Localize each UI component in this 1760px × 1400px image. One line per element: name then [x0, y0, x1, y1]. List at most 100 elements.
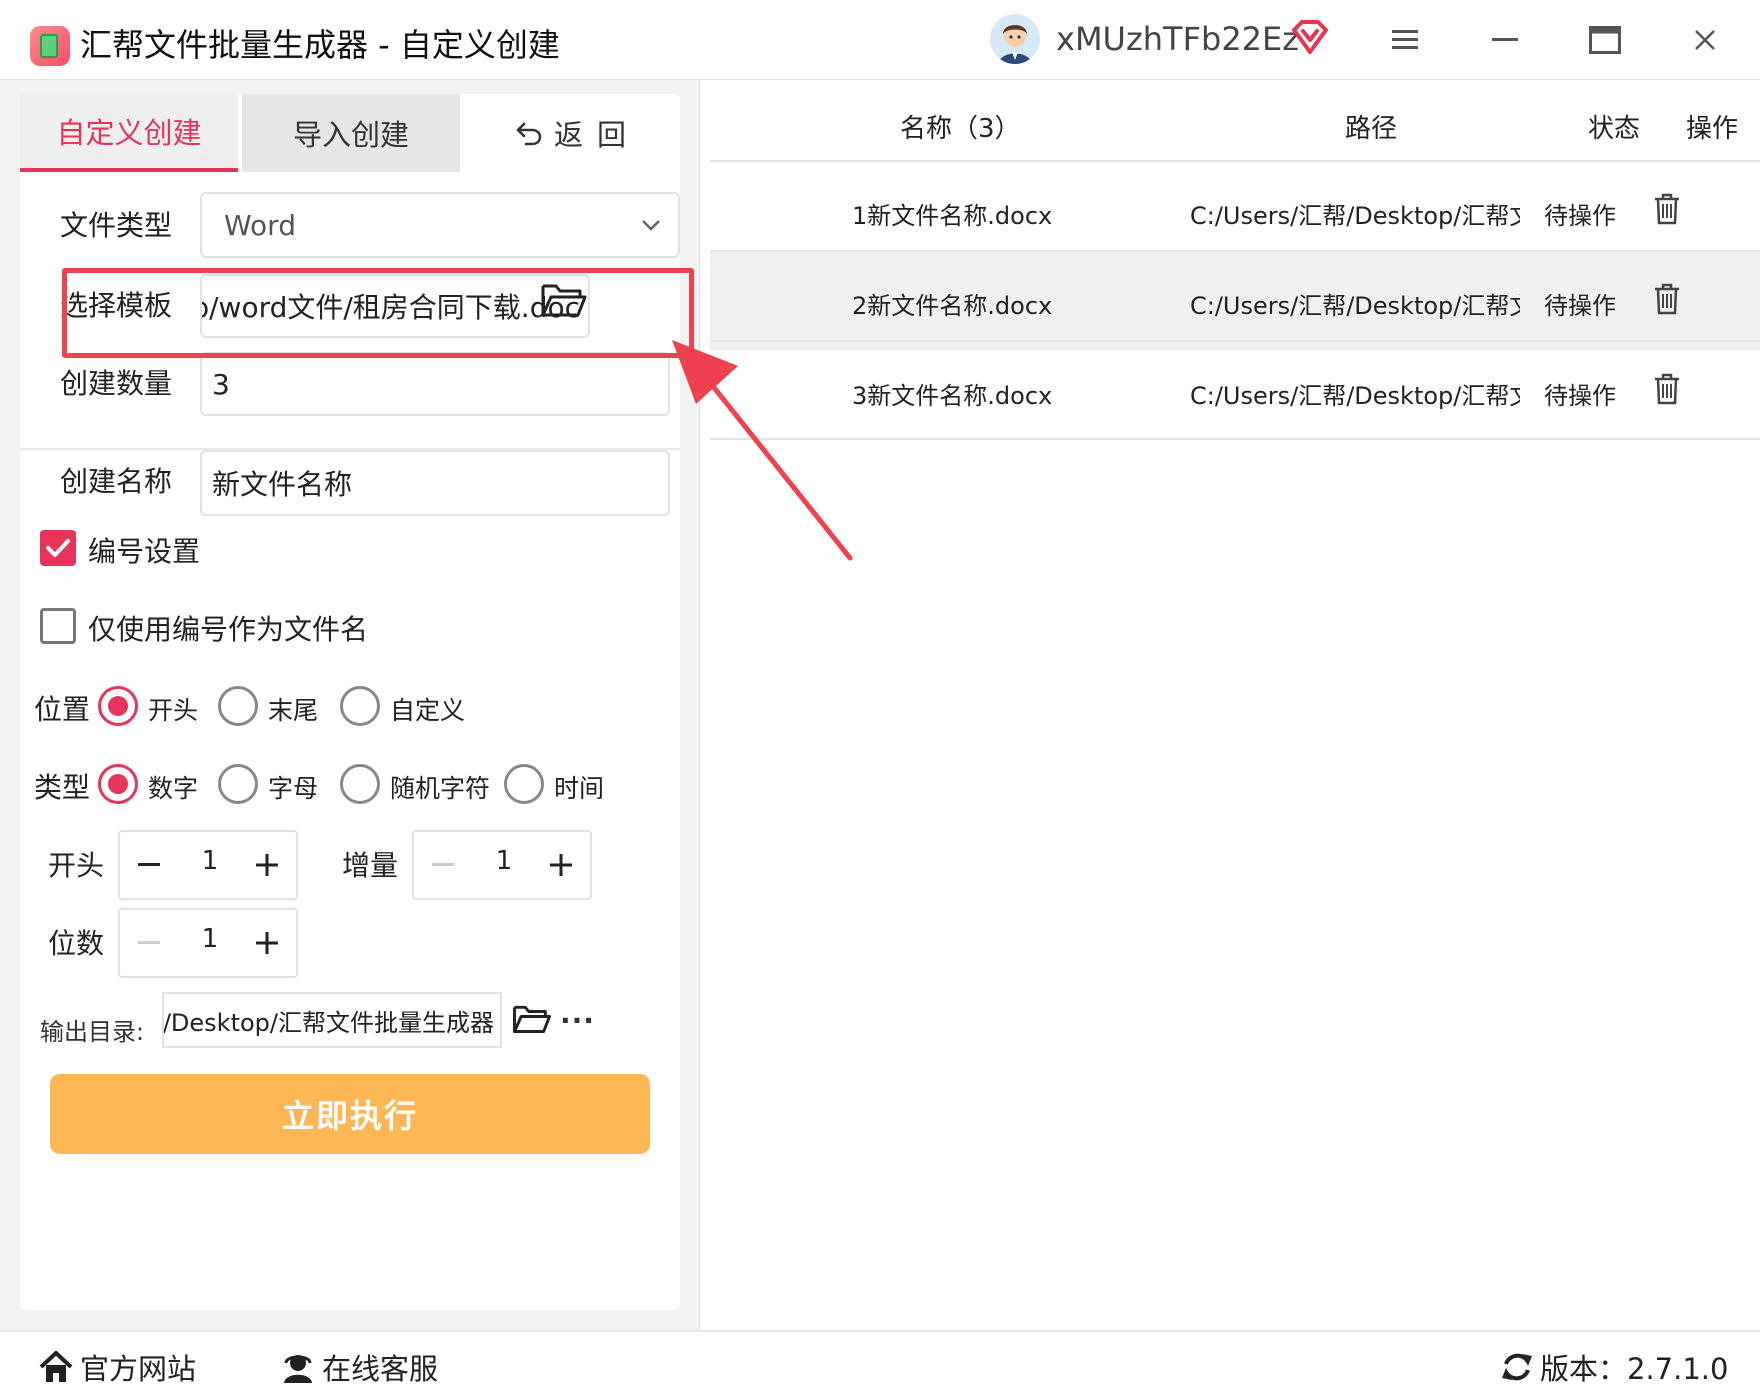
type-radio-number[interactable] — [98, 764, 138, 804]
only-number-label: 仅使用编号作为文件名 — [88, 613, 369, 646]
footer: 官方网站 在线客服 版本：2.7.1.0 — [0, 1330, 1760, 1400]
output-folder-icon[interactable] — [512, 1002, 552, 1036]
header-path: 路径 — [1345, 114, 1398, 144]
trash-icon[interactable] — [1652, 372, 1682, 406]
position-option-custom: 自定义 — [390, 696, 466, 725]
position-radio-end[interactable] — [218, 686, 258, 726]
row-path: C:/Users/汇帮/Desktop/汇帮文件 — [1190, 382, 1520, 410]
digits-stepper: 1 — [118, 908, 298, 978]
left-panel: 自定义创建 导入创建 返回 文件类型 Word 选择模板 C:/Users/汇帮… — [0, 80, 700, 1330]
type-radio-random[interactable] — [340, 764, 380, 804]
type-radio-letter[interactable] — [218, 764, 258, 804]
type-option-random: 随机字符 — [390, 774, 491, 803]
app-logo-icon — [30, 26, 70, 66]
start-decrement-button[interactable] — [132, 848, 166, 882]
row-status: 待操作 — [1544, 292, 1616, 320]
row-name: 2新文件名称.docx — [852, 292, 1053, 320]
template-folder-icon[interactable] — [540, 280, 588, 320]
digits-label: 位数 — [48, 927, 105, 960]
row-path: C:/Users/汇帮/Desktop/汇帮文件 — [1190, 202, 1520, 230]
row-name: 3新文件名称.docx — [852, 382, 1053, 410]
increment-value[interactable]: 1 — [474, 846, 534, 876]
minimize-icon[interactable] — [1480, 18, 1530, 62]
header-status: 状态 — [1588, 114, 1641, 144]
check-icon — [46, 539, 70, 557]
type-option-letter: 字母 — [268, 774, 319, 803]
increment-decrement-button[interactable] — [426, 848, 460, 882]
type-radio-time[interactable] — [504, 764, 544, 804]
run-button[interactable]: 立即执行 — [50, 1074, 650, 1154]
output-label: 输出目录: — [40, 1018, 145, 1046]
increment-label: 增量 — [342, 849, 399, 882]
avatar[interactable] — [990, 14, 1040, 64]
name-value: 新文件名称 — [212, 468, 353, 501]
vip-icon[interactable] — [1290, 18, 1330, 58]
settings-card: 自定义创建 导入创建 返回 文件类型 Word 选择模板 C:/Users/汇帮… — [20, 94, 680, 1310]
website-label: 官方网站 — [80, 1352, 197, 1386]
back-label: 返回 — [553, 118, 640, 152]
increment-increment-button[interactable] — [544, 848, 578, 882]
row-status: 待操作 — [1544, 202, 1616, 230]
file-type-value: Word — [224, 208, 296, 242]
type-label: 类型 — [34, 771, 91, 804]
service-label: 在线客服 — [322, 1352, 439, 1386]
close-icon[interactable] — [1680, 18, 1730, 62]
official-website-link[interactable]: 官方网站 — [38, 1346, 196, 1388]
output-dir-input[interactable]: C:/Users/汇帮/Desktop/汇帮文件批量生成器 — [162, 992, 502, 1048]
position-option-start: 开头 — [148, 696, 199, 725]
maximize-icon[interactable] — [1580, 18, 1630, 62]
name-label: 创建名称 — [60, 465, 173, 498]
title-bar: 汇帮文件批量生成器 - 自定义创建 xMUzhTFb22Ez — [0, 0, 1760, 80]
digits-increment-button[interactable] — [250, 926, 284, 960]
digits-value[interactable]: 1 — [180, 924, 240, 954]
start-stepper: 1 — [118, 830, 298, 900]
username[interactable]: xMUzhTFb22Ez — [1056, 20, 1299, 58]
template-label: 选择模板 — [60, 289, 173, 322]
row-status: 待操作 — [1544, 382, 1616, 410]
row-path: C:/Users/汇帮/Desktop/汇帮文件 — [1190, 292, 1520, 320]
count-label: 创建数量 — [60, 367, 173, 400]
name-input[interactable]: 新文件名称 — [200, 450, 670, 516]
table-row[interactable]: 3新文件名称.docx C:/Users/汇帮/Desktop/汇帮文件 待操作 — [710, 340, 1760, 440]
file-type-select[interactable]: Word — [200, 192, 680, 258]
digits-decrement-button[interactable] — [132, 926, 166, 960]
tab-bar: 自定义创建 导入创建 返回 — [20, 94, 680, 172]
trash-icon[interactable] — [1652, 192, 1682, 226]
more-options-button[interactable]: ··· — [560, 1004, 595, 1037]
type-option-time: 时间 — [554, 774, 605, 803]
template-path: C:/Users/汇帮/Desktop/word文件/租房合同下载.doc — [200, 291, 580, 324]
table-row[interactable]: 2新文件名称.docx C:/Users/汇帮/Desktop/汇帮文件 待操作 — [710, 250, 1760, 350]
table-row[interactable]: 1新文件名称.docx C:/Users/汇帮/Desktop/汇帮文件 待操作 — [710, 160, 1760, 260]
tab-import-create[interactable]: 导入创建 — [242, 94, 460, 172]
chevron-down-icon — [642, 220, 660, 231]
only-number-checkbox[interactable] — [40, 608, 76, 644]
file-type-label: 文件类型 — [60, 209, 173, 242]
position-label: 位置 — [34, 693, 91, 726]
tab-custom-create[interactable]: 自定义创建 — [20, 94, 238, 172]
start-increment-button[interactable] — [250, 848, 284, 882]
window-title: 汇帮文件批量生成器 - 自定义创建 — [80, 26, 560, 64]
version-info[interactable]: 版本：2.7.1.0 — [1500, 1346, 1728, 1388]
count-input[interactable]: 3 — [200, 352, 670, 416]
count-value: 3 — [212, 367, 230, 401]
increment-stepper: 1 — [412, 830, 592, 900]
numbering-checkbox[interactable] — [40, 530, 76, 566]
file-list-panel: 名称（3） 路径 状态 操作 1新文件名称.docx C:/Users/汇帮/D… — [700, 80, 1760, 1330]
home-icon — [39, 1351, 73, 1382]
position-radio-start[interactable] — [98, 686, 138, 726]
online-service-link[interactable]: 在线客服 — [280, 1346, 438, 1388]
trash-icon[interactable] — [1652, 282, 1682, 316]
back-arrow-icon — [516, 122, 542, 146]
menu-icon[interactable] — [1380, 18, 1430, 62]
start-value[interactable]: 1 — [180, 846, 240, 876]
output-dir-value: C:/Users/汇帮/Desktop/汇帮文件批量生成器 — [162, 1008, 494, 1037]
position-radio-custom[interactable] — [340, 686, 380, 726]
numbering-label: 编号设置 — [88, 535, 201, 568]
position-option-end: 末尾 — [268, 696, 319, 725]
header-action: 操作 — [1686, 114, 1739, 144]
header-name: 名称（3） — [900, 114, 1021, 144]
template-input[interactable]: C:/Users/汇帮/Desktop/word文件/租房合同下载.doc — [200, 274, 590, 338]
headset-icon — [284, 1355, 312, 1383]
back-button[interactable]: 返回 — [482, 94, 672, 172]
refresh-icon — [1502, 1353, 1532, 1381]
